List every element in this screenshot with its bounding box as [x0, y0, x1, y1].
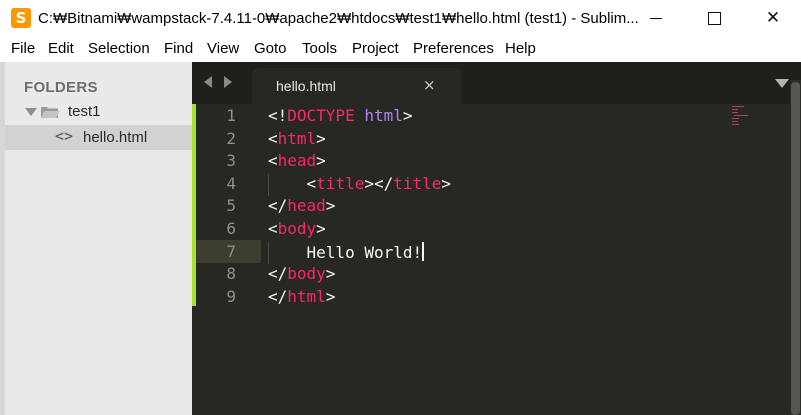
maximize-button[interactable]: [691, 0, 737, 37]
menu-bar: File Edit Selection Find View Goto Tools…: [0, 37, 801, 62]
sublime-text-icon: S: [11, 8, 31, 28]
sidebar-item-folder[interactable]: test1: [5, 100, 192, 125]
sidebar-item-file[interactable]: <> hello.html: [5, 125, 192, 150]
text-cursor: [422, 241, 425, 261]
menu-edit[interactable]: Edit: [48, 40, 74, 57]
sidebar-edge: [0, 62, 5, 415]
code-line[interactable]: <title></title>: [268, 174, 452, 193]
tab-bar: hello.html ×: [192, 62, 801, 104]
menu-preferences[interactable]: Preferences: [413, 40, 494, 57]
line-number: 2: [226, 128, 236, 148]
code-line[interactable]: Hello World!: [268, 241, 425, 262]
tab-label: hello.html: [276, 78, 336, 94]
menu-goto[interactable]: Goto: [254, 40, 287, 57]
close-button[interactable]: ✕: [750, 0, 796, 37]
code-file-icon: <>: [55, 127, 74, 145]
folder-open-icon: [41, 107, 60, 118]
line-number: 9: [226, 286, 236, 306]
indent-guide: [268, 241, 269, 265]
line-number: 7: [226, 241, 236, 261]
tab-close-icon[interactable]: ×: [423, 76, 436, 94]
indent-guide: [268, 173, 269, 197]
minimize-button[interactable]: [632, 0, 678, 37]
line-number: 1: [226, 106, 236, 125]
tab-nav-left-icon[interactable]: [204, 76, 212, 88]
code-line[interactable]: <body>: [268, 219, 326, 238]
tab-nav-right-icon[interactable]: [224, 76, 232, 88]
folders-heading: FOLDERS: [24, 79, 98, 96]
menu-selection[interactable]: Selection: [88, 40, 150, 57]
folder-name: test1: [68, 103, 101, 120]
tab-list-dropdown-icon[interactable]: [775, 79, 789, 88]
close-icon: ✕: [765, 8, 781, 28]
line-number: 5: [226, 196, 236, 216]
menu-find[interactable]: Find: [164, 40, 193, 57]
code-line[interactable]: </body>: [268, 264, 335, 283]
disclosure-arrow-icon[interactable]: [25, 108, 37, 116]
menu-view[interactable]: View: [207, 40, 239, 57]
menu-help[interactable]: Help: [505, 40, 536, 57]
menu-tools[interactable]: Tools: [302, 40, 337, 57]
scrollbar-thumb[interactable]: [791, 82, 800, 415]
sidebar: FOLDERS test1 <> hello.html: [0, 62, 192, 415]
minimap[interactable]: [730, 104, 756, 128]
code-line[interactable]: <head>: [268, 151, 326, 170]
line-number: 8: [226, 264, 236, 284]
maximize-icon: [708, 12, 721, 25]
line-number: 4: [226, 173, 236, 193]
code-line[interactable]: <!DOCTYPE html>: [268, 106, 413, 125]
menu-project[interactable]: Project: [352, 40, 399, 57]
file-name: hello.html: [83, 129, 148, 146]
code-line[interactable]: <html>: [268, 129, 326, 148]
window-title: C:₩Bitnami₩wampstack-7.4.11-0₩apache2₩ht…: [38, 10, 639, 27]
menu-file[interactable]: File: [11, 40, 35, 57]
title-bar: S C:₩Bitnami₩wampstack-7.4.11-0₩apache2₩…: [0, 0, 801, 37]
code-line[interactable]: </head>: [268, 196, 335, 215]
line-number: 3: [226, 151, 236, 171]
code-line[interactable]: </html>: [268, 287, 335, 306]
tab-hello-html[interactable]: hello.html ×: [252, 68, 462, 104]
line-number: 6: [226, 219, 236, 238]
minimize-icon: [650, 18, 662, 19]
